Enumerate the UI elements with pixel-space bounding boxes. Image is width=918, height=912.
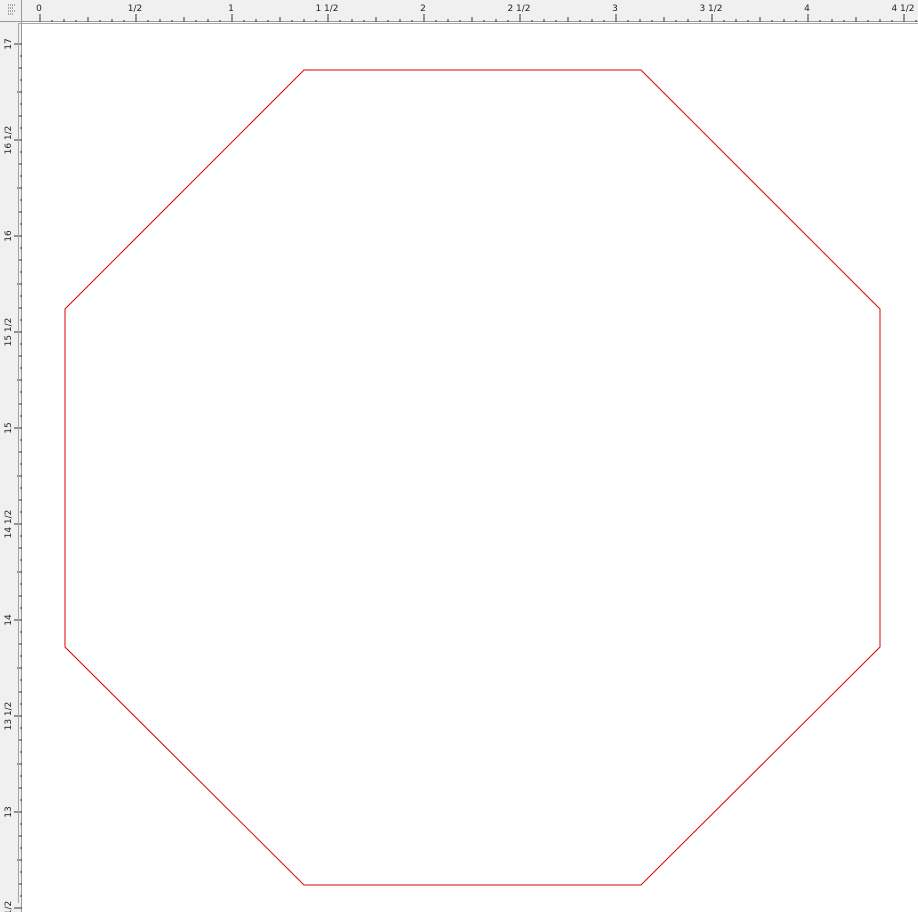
drawing-app: 0 1/2 1 1 1/2 2 2 1/2 3 3 1/2 4 4 1/2 17 16 1/2 16 1… [0, 0, 918, 912]
octagon-shape[interactable] [64, 69, 881, 886]
shape-layer [64, 69, 881, 886]
